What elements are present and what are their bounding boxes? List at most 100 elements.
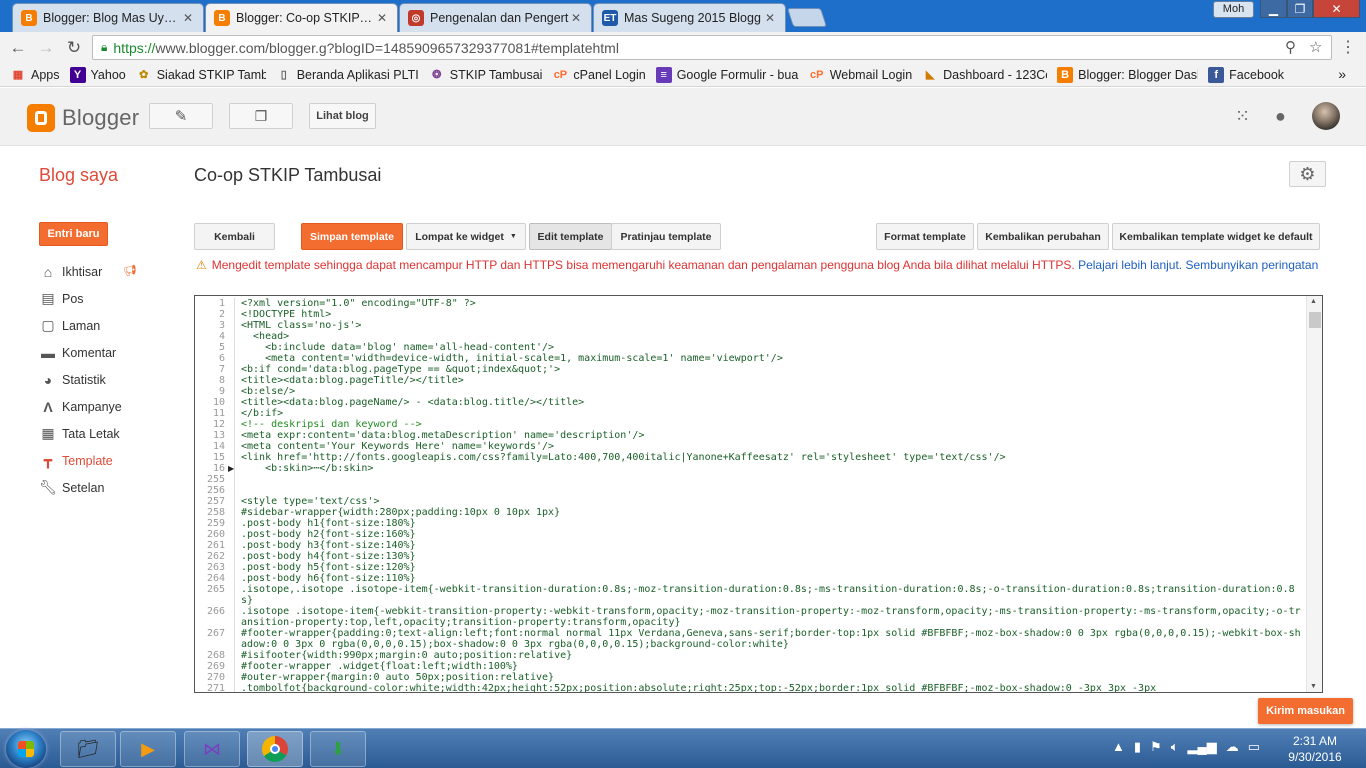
close-tab-icon[interactable]: ✕ bbox=[181, 11, 195, 25]
view-blog-button[interactable]: Lihat blog bbox=[309, 103, 376, 129]
jump-to-widget-dropdown[interactable]: Lompat ke widget ▼ bbox=[406, 223, 526, 250]
sidebar-item-overview[interactable]: ⌂ Ikhtisar 📢︎ bbox=[39, 258, 179, 285]
new-tab-button[interactable] bbox=[786, 8, 828, 27]
bookmark-siakad[interactable]: ✿ Siakad STKIP Tambusa bbox=[136, 67, 266, 83]
notifications-bell-icon[interactable]: ● bbox=[1275, 106, 1286, 127]
line-number: 2 bbox=[218, 309, 225, 320]
chrome-icon[interactable] bbox=[247, 731, 303, 767]
learn-more-link[interactable]: Pelajari lebih lanjut. bbox=[1078, 258, 1182, 272]
pencil-icon: ✎ bbox=[174, 108, 188, 125]
bookmark-123contact[interactable]: ◣ Dashboard - 123Cont bbox=[922, 67, 1047, 83]
send-feedback-button[interactable]: Kirim masukan bbox=[1258, 698, 1353, 724]
blogger-icon: B bbox=[1057, 66, 1074, 83]
save-template-button[interactable]: Simpan template bbox=[301, 223, 403, 250]
scroll-up-icon[interactable]: ▲ bbox=[1310, 298, 1317, 305]
bookmark-cpanel[interactable]: cP cPanel Login bbox=[552, 67, 646, 83]
template-code-editor[interactable]: 1 2 3 4 5 6 7 8 9 10 11 12 13 14 15 16 255 256 257 258 259 26… bbox=[194, 295, 1323, 693]
battery-icon[interactable]: ▭ bbox=[1248, 739, 1260, 755]
bookmark-blogger[interactable]: B Blogger: Blogger Dash bbox=[1057, 66, 1198, 83]
sidebar-item-settings[interactable]: 🔧︎ Setelan bbox=[39, 474, 179, 501]
hide-warning-link[interactable]: Sembunyikan peringatan bbox=[1185, 258, 1318, 272]
minimize-button[interactable]: ▁ bbox=[1260, 0, 1287, 18]
media-player-icon[interactable]: ▶ bbox=[120, 731, 176, 767]
fold-arrow-icon[interactable]: ▶ bbox=[228, 464, 234, 473]
chrome-menu-icon[interactable]: ⋮ bbox=[1340, 37, 1356, 57]
browser-tab-active[interactable]: B Blogger: Co-op STKIP Ta ✕ bbox=[205, 3, 398, 32]
forward-arrow-icon[interactable]: → bbox=[36, 38, 56, 58]
line-number: 267 bbox=[206, 628, 225, 639]
start-button[interactable] bbox=[6, 730, 46, 768]
code-line: <head> bbox=[241, 331, 290, 342]
bookmark-apps[interactable]: ▦ Apps bbox=[10, 67, 60, 83]
sidebar-item-comments[interactable]: ▬ Komentar bbox=[39, 339, 179, 366]
bookmark-stkip[interactable]: ❂ STKIP Tambusai bbox=[429, 67, 542, 83]
signal-icon[interactable]: ▂▄▆ bbox=[1188, 739, 1217, 755]
avatar[interactable] bbox=[1312, 102, 1340, 130]
megaphone-icon: 📢︎ bbox=[123, 265, 137, 277]
file-explorer-icon[interactable]: 📁︎ bbox=[60, 731, 116, 767]
browser-tab[interactable]: ET Mas Sugeng 2015 Blogg ✕ bbox=[593, 3, 786, 32]
settings-gear-icon[interactable]: ⚙ bbox=[1289, 161, 1326, 187]
revert-widgets-button[interactable]: Kembalikan template widget ke default bbox=[1112, 223, 1320, 250]
new-post-button[interactable]: Entri baru bbox=[39, 222, 108, 246]
volume-icon[interactable]: 🔈︎ bbox=[1171, 739, 1179, 755]
show-hidden-icons-icon[interactable]: ▲ bbox=[1112, 739, 1125, 755]
code-line: <b:skin>⋯</b:skin> bbox=[241, 463, 374, 474]
code-line: #sidebar-wrapper{width:280px;padding:10p… bbox=[241, 507, 561, 518]
bookmark-plti[interactable]: ▯ Beranda Aplikasi PLTI bbox=[276, 67, 419, 83]
cloud-icon[interactable]: ☁ bbox=[1226, 739, 1239, 755]
browser-tab[interactable]: ◎ Pengenalan dan Pengert ✕ bbox=[399, 3, 592, 32]
scroll-down-icon[interactable]: ▼ bbox=[1310, 683, 1317, 690]
my-blogs-link[interactable]: Blog saya bbox=[39, 165, 118, 186]
revert-changes-button[interactable]: Kembalikan perubahan bbox=[977, 223, 1109, 250]
bookmark-facebook[interactable]: f Facebook bbox=[1208, 66, 1284, 83]
sidebar-item-label: Setelan bbox=[62, 480, 105, 495]
browser-tab[interactable]: B Blogger: Blog Mas Uyes - ✕ bbox=[12, 3, 204, 32]
blogger-logo[interactable]: Blogger bbox=[27, 104, 139, 132]
preview-template-button[interactable]: Pratinjau template bbox=[611, 223, 721, 250]
download-manager-icon[interactable]: ⬇ bbox=[310, 731, 366, 767]
sidebar-item-layout[interactable]: ▦ Tata Letak bbox=[39, 420, 179, 447]
zoom-icon[interactable]: ⚲ bbox=[1285, 38, 1296, 56]
new-post-pencil-button[interactable]: ✎ bbox=[149, 103, 213, 129]
format-template-button[interactable]: Format template bbox=[876, 223, 974, 250]
device-icon[interactable]: ▮ bbox=[1134, 739, 1141, 755]
editor-scrollbar[interactable]: ▲ ▼ bbox=[1306, 296, 1322, 692]
bookmark-yahoo[interactable]: Y Yahoo bbox=[69, 66, 126, 83]
close-tab-icon[interactable]: ✕ bbox=[375, 11, 389, 25]
bookmark-star-icon[interactable]: ☆ bbox=[1309, 38, 1322, 56]
close-tab-icon[interactable]: ✕ bbox=[763, 11, 777, 25]
code-line: <meta expr:content='data:blog.metaDescri… bbox=[241, 430, 645, 441]
back-button[interactable]: Kembali bbox=[194, 223, 275, 250]
address-bar[interactable]: 🔒︎ https:// www.blogger.com/blogger.g?bl… bbox=[92, 35, 1332, 60]
line-number: 262 bbox=[206, 551, 225, 562]
maximize-button[interactable]: ❐ bbox=[1287, 0, 1313, 18]
tab-title: Mas Sugeng 2015 Blogg bbox=[624, 11, 761, 25]
code-area[interactable]: <?xml version="1.0" encoding="UTF-8" ?> <… bbox=[241, 298, 1301, 692]
edit-template-button[interactable]: Edit template bbox=[529, 223, 612, 250]
apps-grid-icon[interactable]: ⁙ bbox=[1235, 106, 1250, 127]
blog-title[interactable]: Co-op STKIP Tambusai bbox=[194, 165, 381, 186]
code-line: <b:else/> bbox=[241, 386, 296, 397]
sidebar-item-stats[interactable]: ◕ Statistik bbox=[39, 366, 179, 393]
sidebar-item-campaigns[interactable]: Λ Kampanye bbox=[39, 393, 179, 420]
more-bookmarks-icon[interactable]: » bbox=[1338, 66, 1346, 82]
line-number: 260 bbox=[206, 529, 225, 540]
sidebar-item-template[interactable]: ┳ Template bbox=[39, 447, 179, 474]
back-arrow-icon[interactable]: ← bbox=[8, 38, 28, 58]
profile-button[interactable]: Moh bbox=[1213, 1, 1254, 18]
close-tab-icon[interactable]: ✕ bbox=[569, 11, 583, 25]
bookmark-google-forms[interactable]: ≡ Google Formulir - bua bbox=[655, 66, 799, 83]
scrollbar-thumb[interactable] bbox=[1309, 312, 1321, 328]
flag-icon[interactable]: ⚑ bbox=[1150, 739, 1162, 755]
sidebar-item-posts[interactable]: ▤ Pos bbox=[39, 285, 179, 312]
url-scheme: https:// bbox=[113, 39, 156, 56]
reload-icon[interactable]: ↻ bbox=[64, 38, 84, 58]
system-clock[interactable]: 2:31 AM 9/30/2016 bbox=[1270, 733, 1360, 765]
visual-studio-icon[interactable]: ⋈ bbox=[184, 731, 240, 767]
line-number: 259 bbox=[206, 518, 225, 529]
close-window-button[interactable]: ✕ bbox=[1313, 0, 1360, 18]
sidebar-item-pages[interactable]: ▢ Laman bbox=[39, 312, 179, 339]
bookmark-webmail[interactable]: cP Webmail Login bbox=[809, 67, 912, 83]
posts-list-button[interactable]: ❐ bbox=[229, 103, 293, 129]
